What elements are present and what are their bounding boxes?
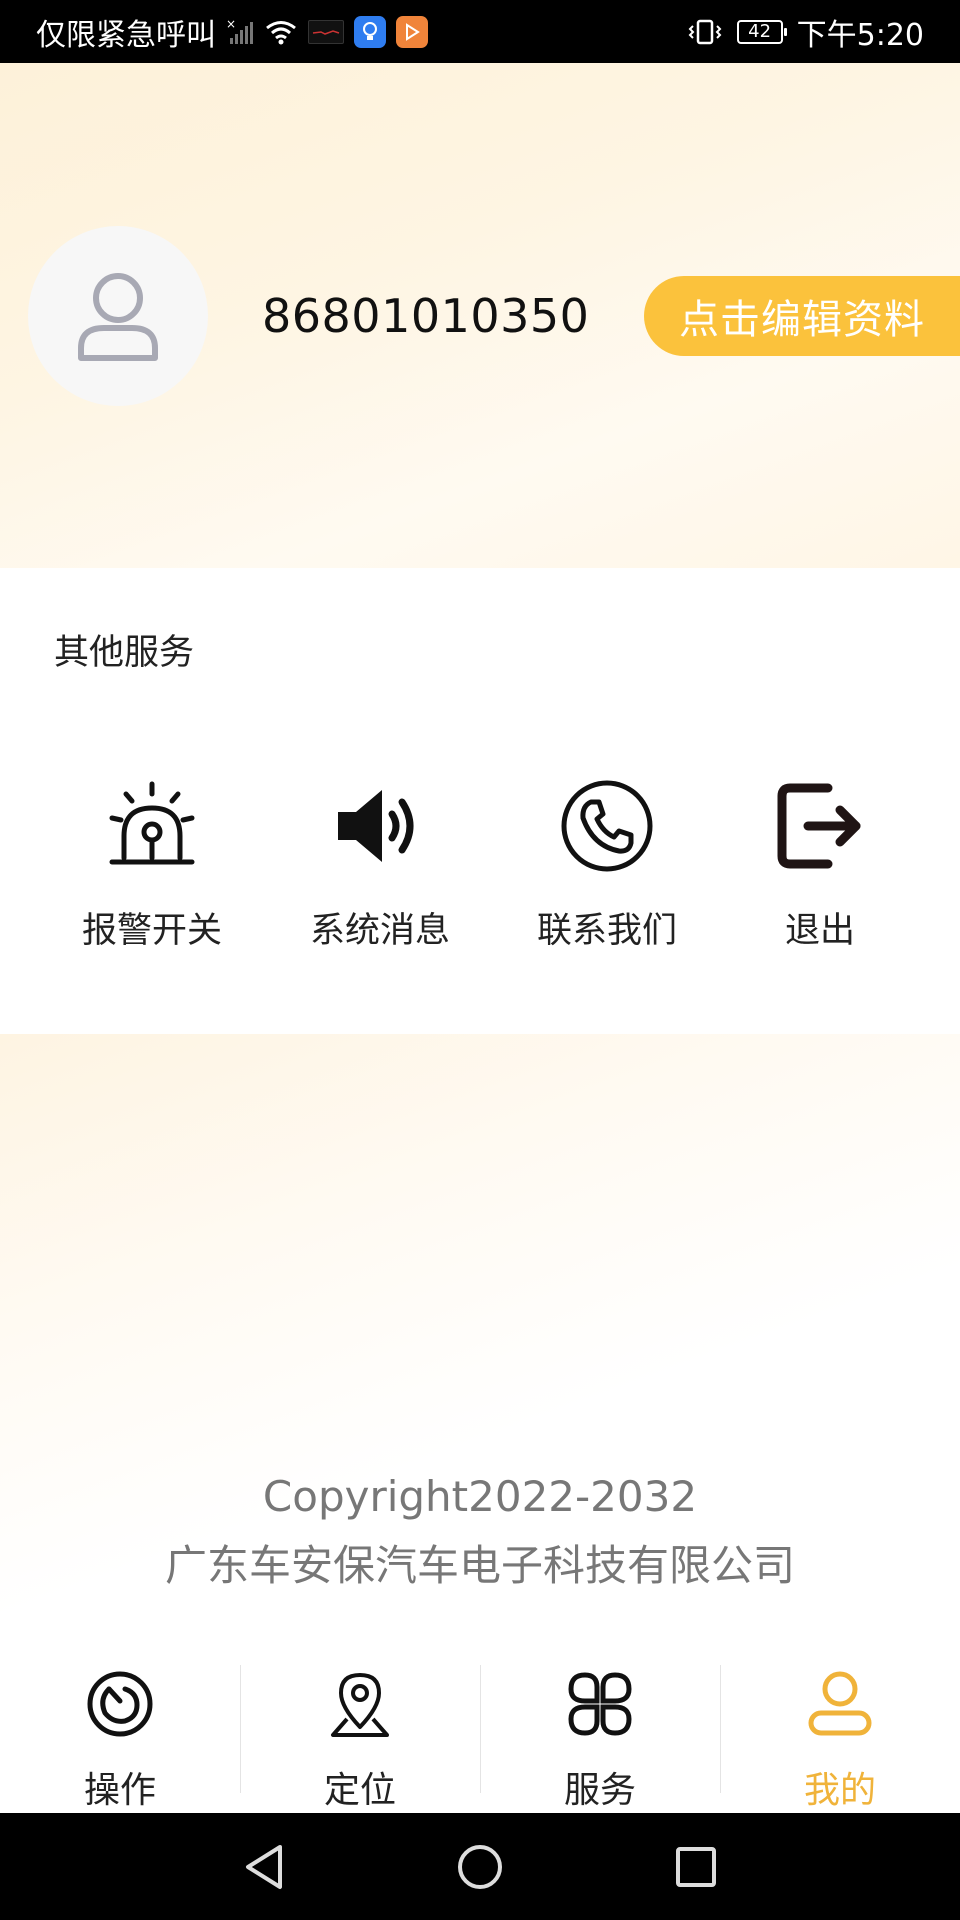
logout-button[interactable]: 退出 [720, 778, 920, 953]
tab-location[interactable]: 定位 [240, 1659, 480, 1813]
service-label: 系统消息 [309, 911, 450, 951]
section-title: 其他服务 [54, 633, 195, 673]
services-grid-icon [568, 1672, 632, 1736]
tab-label: 定位 [323, 1770, 396, 1811]
no-signal-icon: × [226, 18, 254, 46]
contact-us-button[interactable]: 联系我们 [507, 778, 707, 953]
tab-services[interactable]: 服务 [480, 1659, 720, 1813]
phone-number: 86801010350 [262, 289, 590, 343]
recents-icon[interactable] [674, 1845, 718, 1889]
speaker-icon [338, 790, 414, 862]
battery-level: 42 [748, 21, 772, 42]
operate-icon [87, 1671, 153, 1737]
wifi-icon [264, 18, 298, 46]
status-bar: 仅限紧急呼叫 × 42 下午5:20 [0, 0, 960, 63]
company-name: 广东车安保汽车电子科技有限公司 [164, 1541, 795, 1590]
tab-mine[interactable]: 我的 [720, 1659, 960, 1813]
status-time: 下午5:20 [796, 17, 924, 53]
back-icon[interactable] [242, 1843, 286, 1891]
system-messages-button[interactable]: 系统消息 [280, 778, 480, 953]
edit-profile-button[interactable]: 点击编辑资料 [644, 276, 960, 356]
service-label: 联系我们 [536, 911, 677, 951]
home-icon[interactable] [456, 1843, 504, 1891]
tab-label: 我的 [803, 1770, 876, 1811]
service-label: 退出 [784, 911, 855, 951]
bottom-tab-bar: 操作 定位 服务 我的 [0, 1659, 960, 1813]
location-pin-icon [331, 1673, 389, 1737]
profile-icon [808, 1671, 872, 1736]
phone-icon [561, 780, 653, 872]
tab-label: 服务 [563, 1770, 636, 1811]
user-icon [78, 273, 158, 361]
vibrate-icon [687, 18, 723, 46]
svg-text:×: × [226, 18, 236, 31]
status-right: 42 下午5:20 [687, 10, 924, 54]
tab-label: 操作 [83, 1770, 156, 1811]
status-left: 仅限紧急呼叫 × [36, 10, 428, 54]
carrier-text: 仅限紧急呼叫 [36, 17, 216, 53]
alarm-switch-button[interactable]: 报警开关 [52, 778, 252, 953]
other-services-section: 其他服务 报警开关 系统消息 联系我们 退出 [0, 568, 960, 1034]
logout-icon [777, 783, 861, 869]
service-label: 报警开关 [81, 911, 222, 951]
avatar[interactable] [28, 226, 208, 406]
profile-header: 86801010350 点击编辑资料 [0, 63, 960, 568]
alarm-siren-icon [109, 781, 195, 865]
tab-operate[interactable]: 操作 [0, 1659, 240, 1813]
app-icon [308, 19, 344, 44]
play-app-icon [396, 15, 428, 48]
battery-icon: 42 [736, 19, 787, 44]
copyright-text: Copyright2022-2032 [262, 1472, 698, 1521]
lightbulb-app-icon [354, 15, 386, 48]
system-nav-bar [0, 1813, 960, 1920]
